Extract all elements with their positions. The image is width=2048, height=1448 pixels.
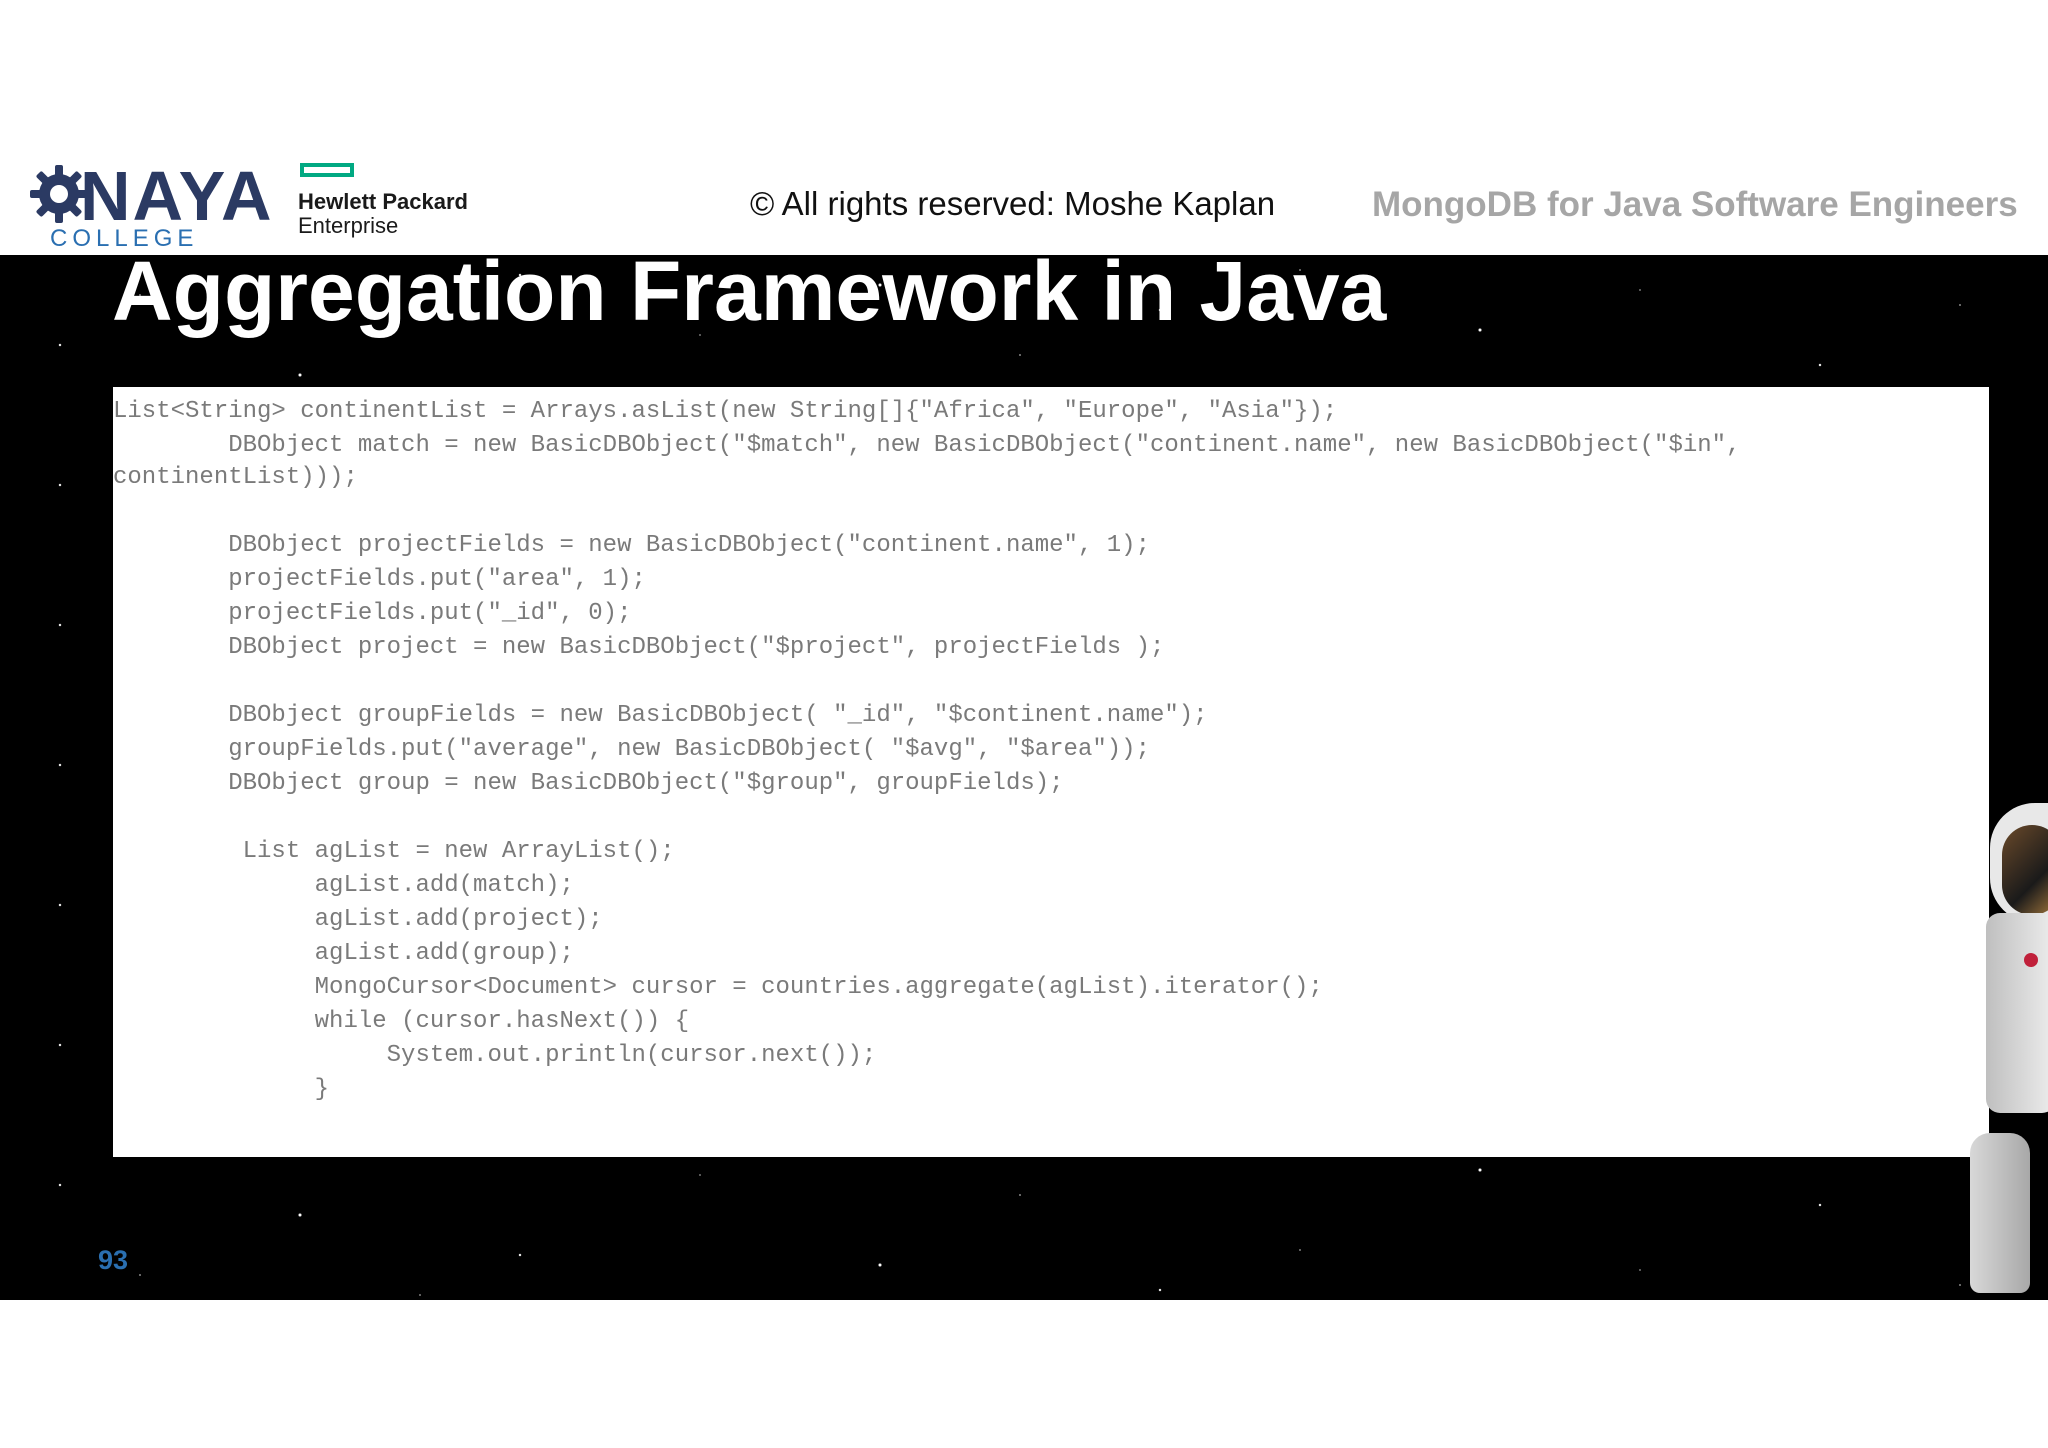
astronaut-body: [1986, 913, 2048, 1113]
code-line: DBObject group = new BasicDBObject("$gro…: [113, 770, 1064, 797]
code-line: agList.add(project);: [113, 906, 603, 933]
hpe-name-line1: Hewlett Packard: [298, 189, 468, 214]
code-line: DBObject groupFields = new BasicDBObject…: [113, 702, 1208, 729]
page-number: 93: [98, 1245, 129, 1275]
code-line: List agList = new ArrayList();: [113, 838, 675, 865]
slide-title: Aggregation Framework in Java: [112, 255, 1387, 338]
course-title: MongoDB for Java Software Engineers: [1372, 185, 2018, 224]
code-line: while (cursor.hasNext()) {: [113, 1008, 690, 1035]
astronaut-patch-icon: [2024, 953, 2038, 967]
code-line: MongoCursor<Document> cursor = countries…: [113, 974, 1323, 1001]
hpe-name-line2: Enterprise: [298, 213, 399, 238]
slide-page: NAYA COLLEGE Hewlett Packard Enterprise …: [0, 0, 2048, 1448]
code-line: }: [113, 1076, 330, 1103]
naya-subtitle-text: COLLEGE: [50, 225, 199, 252]
naya-brand-text: NAYA: [80, 157, 274, 235]
slide-body: Aggregation Framework in Java List<Strin…: [0, 255, 2048, 1300]
code-line: List<String> continentList = Arrays.asLi…: [113, 398, 1338, 425]
code-line: continentList)));: [113, 464, 358, 491]
hpe-logo: Hewlett Packard Enterprise: [298, 163, 498, 243]
code-line: projectFields.put("area", 1);: [113, 566, 646, 593]
code-line: System.out.println(cursor.next());: [113, 1042, 877, 1069]
code-line: DBObject project = new BasicDBObject("$p…: [113, 634, 1165, 661]
code-line: agList.add(match);: [113, 872, 574, 899]
code-line: agList.add(group);: [113, 940, 574, 967]
astronaut-legs: [1970, 1133, 2030, 1293]
code-line: DBObject projectFields = new BasicDBObje…: [113, 532, 1150, 559]
naya-college-logo: NAYA COLLEGE: [28, 161, 272, 252]
astronaut-visor: [2002, 825, 2048, 915]
code-line: groupFields.put("average", new BasicDBOb…: [113, 736, 1150, 763]
astronaut-image: [1940, 803, 2048, 1300]
slide-header: NAYA COLLEGE Hewlett Packard Enterprise …: [0, 155, 2048, 255]
code-line: DBObject match = new BasicDBObject("$mat…: [113, 432, 1741, 459]
copyright-notice: © All rights reserved: Moshe Kaplan: [750, 185, 1276, 222]
hpe-rectangle-icon: [300, 163, 354, 177]
code-line: projectFields.put("_id", 0);: [113, 600, 632, 627]
code-block: List<String> continentList = Arrays.asLi…: [113, 387, 1989, 1157]
